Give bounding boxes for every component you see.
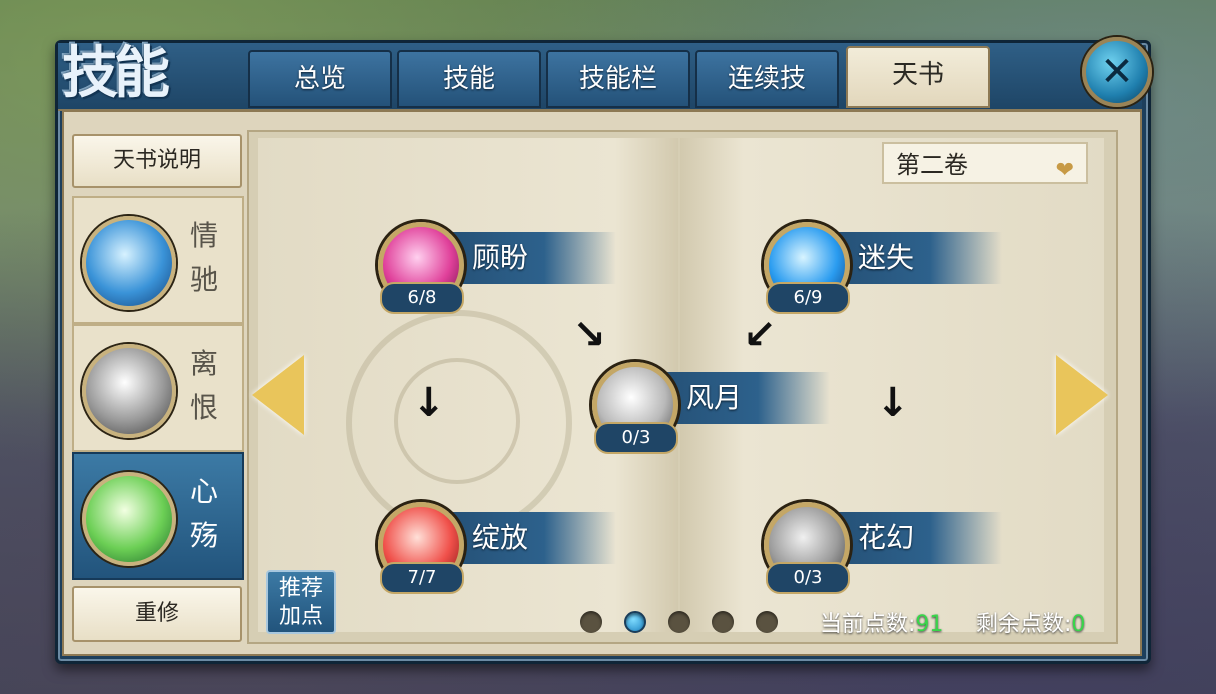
category-xinshang[interactable]: 心殇 — [72, 452, 244, 580]
green-lotus-emblem-icon — [82, 472, 176, 566]
skill-huahuan[interactable]: 花幻 0/3 — [762, 502, 1002, 594]
skill-mishi[interactable]: 迷失 6/9 — [762, 222, 1002, 314]
volume-select[interactable]: 第二卷 ❤ — [882, 142, 1088, 184]
skill-level: 6/9 — [766, 282, 850, 314]
category-qingchi[interactable]: 情驰 — [72, 196, 244, 324]
chevron-down-icon: ❤ — [1055, 158, 1074, 183]
skill-level: 7/7 — [380, 562, 464, 594]
skill-name: 顾盼 — [472, 241, 529, 274]
next-page-arrow-icon[interactable] — [1056, 355, 1108, 435]
tab-tianshu[interactable]: 天书 — [846, 46, 990, 108]
category-lihen[interactable]: 离恨 — [72, 324, 244, 452]
remaining-points: 剩余点数:0 — [976, 612, 1086, 637]
skill-zhanfang[interactable]: 绽放 7/7 — [376, 502, 616, 594]
window-title: 技能 — [62, 40, 170, 106]
close-button[interactable]: ✕ — [1082, 37, 1152, 107]
tianshu-info-button[interactable]: 天书说明 — [72, 134, 242, 188]
current-points: 当前点数:91 — [820, 612, 944, 637]
skill-name: 绽放 — [472, 521, 529, 554]
arrow-down-icon: ↓ — [412, 380, 446, 426]
category-label: 心殇 — [189, 475, 218, 552]
arrow-down-icon: ↓ — [876, 380, 910, 426]
tab-skill-bar[interactable]: 技能栏 — [546, 50, 690, 108]
page-dot-active[interactable] — [624, 611, 646, 633]
page-dot[interactable] — [580, 611, 602, 633]
close-x-icon: ✕ — [1100, 49, 1134, 95]
page-dot[interactable] — [712, 611, 734, 633]
skill-name: 风月 — [686, 381, 743, 414]
skill-level: 0/3 — [766, 562, 850, 594]
skill-fengyue[interactable]: 风月 0/3 — [590, 362, 830, 454]
skill-level: 6/8 — [380, 282, 464, 314]
blue-lotus-emblem-icon — [82, 216, 176, 310]
skill-name: 花幻 — [858, 521, 915, 554]
recommend-points-button[interactable]: 推荐 加点 — [266, 570, 336, 634]
grey-lotus-emblem-icon — [82, 344, 176, 438]
category-label: 离恨 — [189, 347, 218, 424]
page-dot[interactable] — [756, 611, 778, 633]
skill-level: 0/3 — [594, 422, 678, 454]
page-dot[interactable] — [668, 611, 690, 633]
tab-combo[interactable]: 连续技 — [695, 50, 839, 108]
tab-skills[interactable]: 技能 — [397, 50, 541, 108]
tab-overview[interactable]: 总览 — [248, 50, 392, 108]
category-label: 情驰 — [189, 219, 218, 296]
previous-page-arrow-icon[interactable] — [252, 355, 304, 435]
skill-name: 迷失 — [858, 241, 915, 274]
reset-skills-button[interactable]: 重修 — [72, 586, 242, 642]
skill-gupan[interactable]: 顾盼 6/8 — [376, 222, 616, 314]
